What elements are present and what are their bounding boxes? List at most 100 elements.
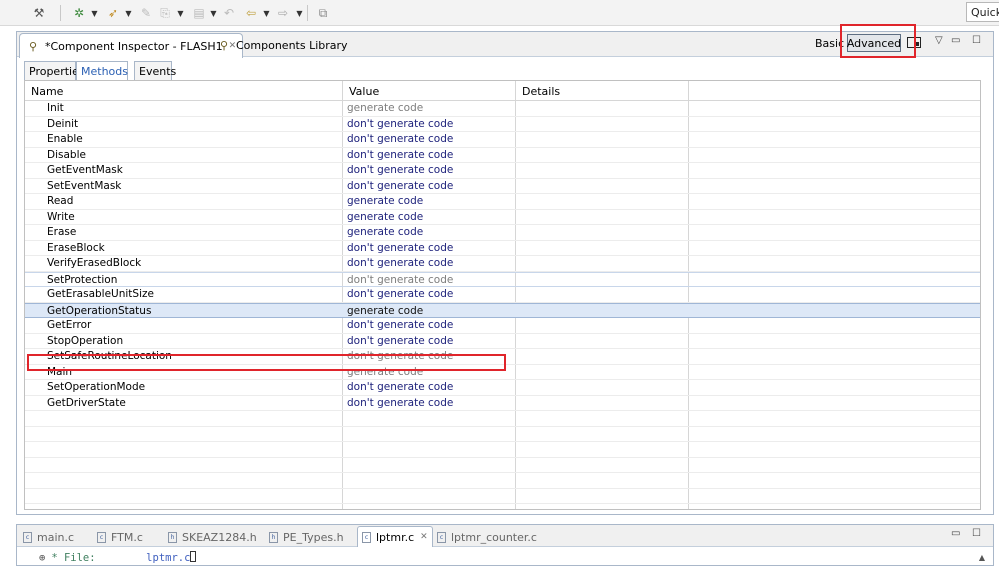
text-cursor [190,551,197,562]
method-name-cell: Init [47,102,64,114]
minimize-icon[interactable]: ▭ [951,35,960,46]
method-value-cell[interactable]: don't generate code [347,381,453,393]
method-value-cell[interactable]: generate code [347,211,423,223]
method-name-cell: Disable [47,148,86,161]
empty-row [25,489,980,504]
method-value-cell[interactable]: don't generate code [347,288,453,300]
method-value-cell[interactable]: don't generate code [347,133,453,145]
wrench-icon[interactable]: ⚒ [30,4,48,22]
quick-access-input[interactable]: Quick Access [966,2,999,22]
method-value-cell[interactable]: don't generate code [347,335,453,347]
chevron-down-icon[interactable]: ▼ [90,4,99,22]
method-name-cell: Write [47,210,75,223]
table-row[interactable]: GetErasableUnitSize don't generate code [25,287,980,303]
table-row[interactable]: GetEventMask don't generate code [25,163,980,179]
maximize-icon[interactable]: ☐ [972,35,981,46]
build-icon[interactable]: ✎ [137,4,155,22]
component-icon: ⚲ [219,38,229,52]
method-value-cell[interactable]: don't generate code [347,118,453,130]
chevron-down-icon[interactable]: ▼ [176,4,185,22]
method-value-cell[interactable]: don't generate code [347,180,453,192]
chevron-down-icon[interactable]: ▼ [262,4,271,22]
editor-tab-label: main.c [37,530,75,544]
forward-icon[interactable]: ⇨ [274,4,292,22]
table-row[interactable]: SetProtection don't generate code [25,271,980,287]
undo-icon[interactable]: ↶ [220,4,238,22]
tab-components-library[interactable]: ⚲ Components Library [211,33,354,57]
method-value-cell[interactable]: don't generate code [347,274,453,286]
chevron-down-icon[interactable]: ▼ [124,4,133,22]
tab-events[interactable]: Events [134,61,176,80]
run-icon[interactable]: ➶ [104,4,122,22]
method-value-cell[interactable]: don't generate code [347,257,453,269]
table-row[interactable]: StopOperation don't generate code [25,334,980,349]
table-row[interactable]: VerifyErasedBlock don't generate code [25,256,980,272]
method-name-cell: Enable [47,133,83,145]
editor-tab-pe-types-h[interactable]: h PE_Types.h [269,528,344,546]
empty-row [25,504,980,509]
table-row[interactable]: Disable don't generate code [25,148,980,163]
view-menu-icon[interactable]: ▽ [935,35,943,46]
table-row[interactable]: Deinit don't generate code [25,117,980,132]
table-row[interactable]: Enable don't generate code [25,132,980,148]
editor-tab-main-c[interactable]: c main.c [23,528,74,546]
minimize-icon[interactable]: ▭ [951,528,960,539]
tab-component-inspector[interactable]: ⚲ *Component Inspector - FLASH1 ✕ [19,33,244,58]
view-tab-bar: ⚲ *Component Inspector - FLASH1 ✕ ⚲ Comp… [17,24,993,58]
editor-area: c main.c c FTM.c h SKEAZ1284.h h PE_Type… [16,524,994,566]
table-row[interactable]: Erase generate code [25,225,980,241]
tab-properties[interactable]: Properties [24,61,85,80]
method-value-cell[interactable]: don't generate code [347,164,453,176]
table-row[interactable]: EraseBlock don't generate code [25,241,980,256]
method-name-cell: VerifyErasedBlock [47,257,142,269]
editor-tab-lptmr-c[interactable]: c lptmr.c ✕ [357,526,433,547]
back-icon[interactable]: ⇦ [242,4,260,22]
method-value-cell[interactable]: don't generate code [347,397,453,409]
c-file-icon: c [362,531,371,543]
editor-tab-skeaz-h[interactable]: h SKEAZ1284.h [168,528,257,546]
method-value-cell[interactable]: generate code [347,226,423,238]
selected-row-highlight-box [27,354,506,371]
table-row[interactable]: Init generate code [25,101,980,117]
table-row[interactable]: GetError don't generate code [25,318,980,334]
tab-methods[interactable]: Methods [76,61,128,80]
c-file-icon: c [23,531,32,543]
method-value-cell[interactable]: generate code [347,102,423,114]
scroll-up-arrow-icon[interactable]: ▲ [979,553,985,562]
method-value-cell[interactable]: generate code [347,195,423,207]
editor-tab-ftm-c[interactable]: c FTM.c [97,528,143,546]
copy-icon[interactable]: ⎘ [156,4,174,22]
method-value-cell[interactable]: don't generate code [347,319,453,331]
table-row[interactable]: GetOperationStatus generate code [25,302,980,318]
method-value-cell[interactable]: don't generate code [347,149,453,161]
chevron-down-icon[interactable]: ▼ [209,4,218,22]
maximize-icon[interactable]: ☐ [972,528,981,539]
table-row[interactable]: SetEventMask don't generate code [25,179,980,194]
table-row[interactable]: Write generate code [25,210,980,225]
column-header-details[interactable]: Details [516,81,689,101]
column-header-name[interactable]: Name [25,81,343,101]
method-value-cell[interactable]: generate code [347,305,423,317]
close-icon[interactable]: ✕ [420,532,428,542]
editor-tab-lptmr-counter-c[interactable]: c lptmr_counter.c [437,528,537,546]
method-value-cell[interactable]: don't generate code [347,242,453,254]
editor-tab-label: lptmr.c [376,530,415,544]
table-row[interactable]: Read generate code [25,194,980,210]
fold-plus-icon[interactable]: ⊕ [39,552,45,564]
toolbar-separator [60,5,61,21]
code-line[interactable]: ⊕ * File: lptmr.c [39,551,197,564]
table-body: Init generate code Deinit don't generate co… [25,101,980,509]
method-name-cell: SetProtection [47,273,118,286]
chevron-down-icon[interactable]: ▼ [295,4,304,22]
method-name-cell: StopOperation [47,334,124,347]
external-icon[interactable]: ⧉ [314,4,332,22]
empty-row [25,442,980,458]
method-name-cell: SetOperationMode [47,381,146,393]
tab-label: Components Library [236,38,348,52]
table-row[interactable]: SetOperationMode don't generate code [25,380,980,396]
debug-icon[interactable]: ✲ [70,4,88,22]
paste-icon[interactable]: ▤ [190,4,208,22]
table-row[interactable]: GetDriverState don't generate code [25,396,980,411]
code-file-name: lptmr.c [146,552,191,564]
column-header-value[interactable]: Value [343,81,516,101]
